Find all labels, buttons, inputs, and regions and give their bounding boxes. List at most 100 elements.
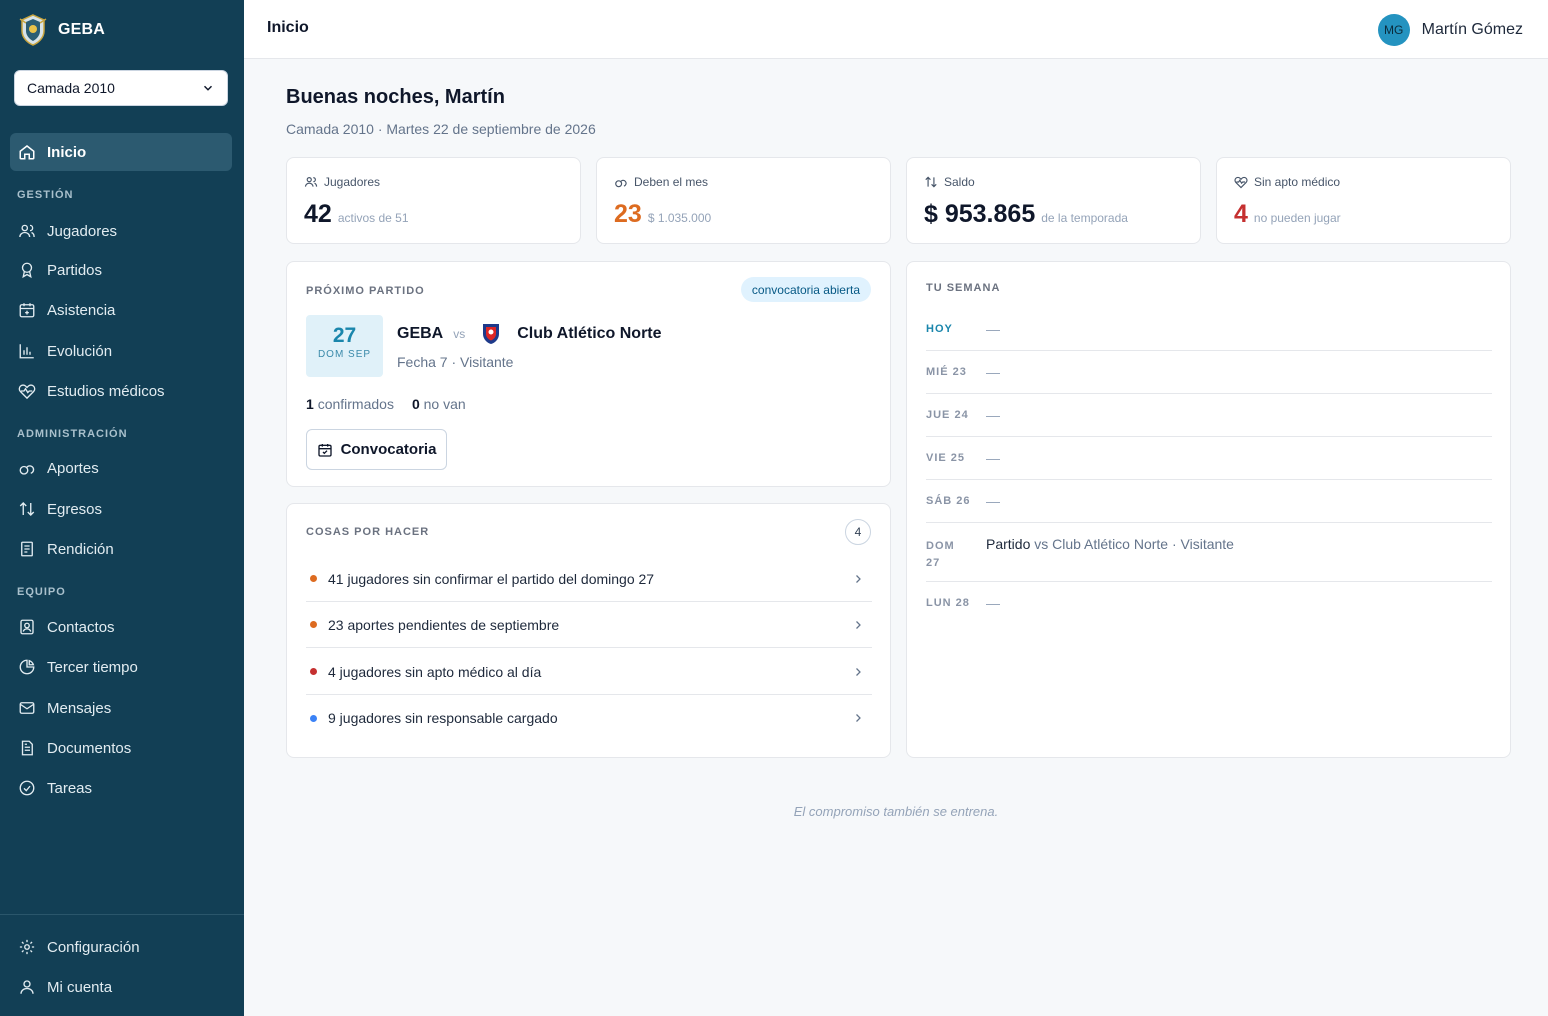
nav-jugadores-label: Jugadores <box>47 222 118 240</box>
todo-item[interactable]: 41 jugadores sin confirmar el partido de… <box>306 556 872 602</box>
receipt-icon <box>21 541 33 557</box>
week-day-text: — <box>986 364 1000 380</box>
nav-configuracion-label: Configuración <box>47 938 140 956</box>
week-row[interactable]: DOM 27 Partido vs Club Atlético Norte · … <box>926 523 1492 582</box>
stat-note: de la temporada <box>1041 211 1128 225</box>
nav-tercer-tiempo-label: Tercer tiempo <box>47 658 138 676</box>
nav-mensajes[interactable]: Mensajes <box>10 689 232 727</box>
check-circle-icon <box>19 780 35 796</box>
users-icon <box>19 224 35 238</box>
week-day-label: DOM 27 <box>926 540 955 569</box>
user-menu[interactable]: MG Martín Gómez <box>1377 14 1523 46</box>
nav-tareas[interactable]: Tareas <box>10 769 232 807</box>
week-day-label: VIE 25 <box>926 452 966 464</box>
nav-configuracion[interactable]: Configuración <box>10 928 232 966</box>
home-icon <box>19 145 35 160</box>
bar-chart-icon <box>19 344 34 359</box>
nav-mi-cuenta[interactable]: Mi cuenta <box>10 968 232 1006</box>
nav-asistencia[interactable]: Asistencia <box>10 291 232 329</box>
nav-partidos[interactable]: Partidos <box>10 251 232 289</box>
todo-text: 9 jugadores sin responsable cargado <box>328 710 558 726</box>
week-row[interactable]: HOY — <box>926 308 1492 351</box>
confirmed-count: 1 <box>306 396 314 412</box>
calendar-check-icon <box>317 443 332 457</box>
nav-evolucion[interactable]: Evolución <box>10 332 232 370</box>
stat-value-sin-apto: 4 no pueden jugar <box>1234 200 1341 229</box>
brand-name: GEBA <box>58 21 106 38</box>
mail-icon <box>19 702 35 714</box>
todo-text: 4 jugadores sin apto médico al día <box>328 663 542 680</box>
nav-contactos[interactable]: Contactos <box>10 608 232 646</box>
todo-text: 41 jugadores sin confirmar el partido de… <box>328 570 655 587</box>
week-row[interactable]: SÁB 26 — <box>926 480 1492 523</box>
coins-icon <box>19 465 35 475</box>
stat-note: activos de 51 <box>337 211 409 225</box>
arrows-up-down-icon <box>925 176 937 188</box>
convocatoria-button[interactable]: Convocatoria <box>306 429 447 470</box>
footer-quote: El compromiso también se entrena. <box>793 804 999 819</box>
user-icon <box>20 980 34 994</box>
team-select[interactable]: Camada 2010 <box>14 70 228 106</box>
confirmed-count-group: 1 confirmados <box>306 396 394 412</box>
chevron-right-icon <box>856 667 861 676</box>
stat-value-saldo: $ 953.865 de la temporada <box>924 200 1128 229</box>
week-day-label: SÁB 26 <box>926 495 971 507</box>
nav-inicio[interactable]: Inicio <box>10 133 232 171</box>
nav-rendicion[interactable]: Rendición <box>10 530 232 568</box>
stat-value-deben: 23 $ 1.035.000 <box>614 200 711 229</box>
team-select-value: Camada 2010 <box>27 80 115 96</box>
brand[interactable]: GEBA <box>18 12 105 48</box>
heart-pulse-icon <box>1234 176 1248 189</box>
status-dot <box>310 575 317 582</box>
nav-tercer-tiempo[interactable]: Tercer tiempo <box>10 648 232 686</box>
pie-chart-icon <box>19 659 35 675</box>
week-event-detail: vs Club Atlético Norte · Visitante <box>1034 536 1234 552</box>
week-day-text: — <box>986 450 1000 466</box>
stat-note: no pueden jugar <box>1253 211 1341 225</box>
match-day: 27 <box>332 324 357 347</box>
week-row[interactable]: JUE 24 — <box>926 394 1492 437</box>
week-row[interactable]: VIE 25 — <box>926 437 1492 480</box>
stat-card-deben[interactable]: Deben el mes 23 $ 1.035.000 <box>596 157 891 244</box>
match-detail: Fecha 7 · Visitante <box>397 354 514 370</box>
stat-card-sin-apto[interactable]: Sin apto médico 4 no pueden jugar <box>1216 157 1511 244</box>
nav-jugadores[interactable]: Jugadores <box>10 212 232 250</box>
nav-estudios-medicos[interactable]: Estudios médicos <box>10 372 232 410</box>
club-crest-icon <box>19 14 47 46</box>
status-dot <box>310 621 317 628</box>
status-dot <box>310 668 317 675</box>
nav-evolucion-label: Evolución <box>47 342 113 360</box>
user-name: Martín Gómez <box>1421 21 1523 38</box>
club-shield-icon <box>483 324 500 344</box>
todo-item[interactable]: 9 jugadores sin responsable cargado <box>306 695 872 741</box>
nav-documentos-label: Documentos <box>47 739 132 757</box>
week-row[interactable]: MIÉ 23 — <box>926 351 1492 394</box>
todo-item[interactable]: 4 jugadores sin apto médico al día <box>306 649 872 695</box>
stat-label-jugadores: Jugadores <box>304 175 380 189</box>
week-day-text: — <box>986 321 1000 337</box>
topbar: Inicio MG Martín Gómez <box>244 0 1548 59</box>
status-dot <box>310 714 317 722</box>
stat-number: 4 <box>1234 200 1248 228</box>
vs-label: vs <box>453 327 466 341</box>
medal-icon <box>21 262 33 279</box>
chevron-down-icon <box>203 85 213 91</box>
nav-tareas-label: Tareas <box>47 779 93 797</box>
week-day-label: MIÉ 23 <box>926 366 967 378</box>
chevron-right-icon <box>856 620 861 629</box>
stat-card-jugadores[interactable]: Jugadores 42 activos de 51 <box>286 157 581 244</box>
attendance-counts: 1 confirmados 0 no van <box>306 396 466 412</box>
todo-count-badge: 4 <box>845 519 871 545</box>
todo-item[interactable]: 23 aportes pendientes de septiembre <box>306 602 872 648</box>
sidebar: GEBA Camada 2010 Inicio GESTIÓN Jugadore… <box>0 0 244 1016</box>
nav-documentos[interactable]: Documentos <box>10 729 232 767</box>
stat-number: 23 <box>614 200 642 228</box>
nav-inicio-label: Inicio <box>47 143 87 161</box>
nav-aportes[interactable]: Aportes <box>10 449 232 487</box>
nav-egresos[interactable]: Egresos <box>10 490 232 528</box>
stat-card-saldo[interactable]: Saldo $ 953.865 de la temporada <box>906 157 1201 244</box>
stat-value-jugadores: 42 activos de 51 <box>304 200 409 229</box>
stat-label-saldo: Saldo <box>924 175 975 189</box>
week-row[interactable]: LUN 28 — <box>926 582 1492 625</box>
home-team: GEBA <box>397 325 444 342</box>
